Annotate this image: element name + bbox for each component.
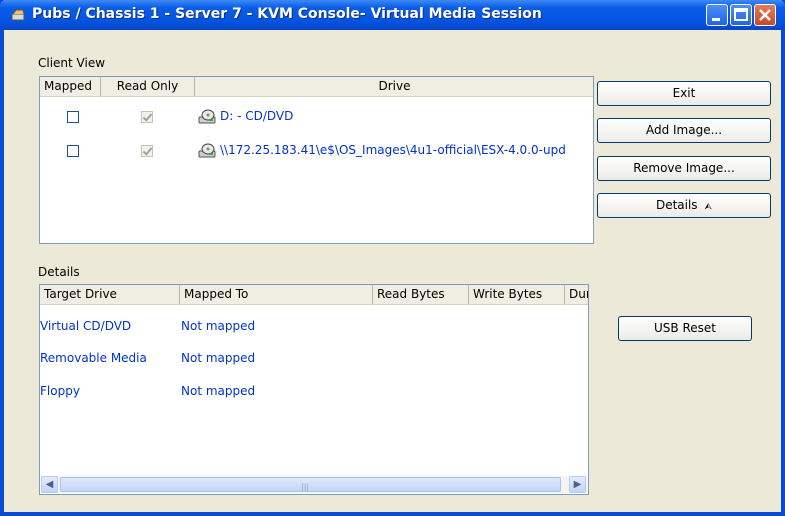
details-button-label: Details — [655, 198, 698, 212]
usb-reset-button[interactable]: USB Reset — [618, 316, 752, 341]
maximize-button[interactable] — [730, 4, 752, 26]
client-view-label: Client View — [38, 56, 106, 70]
minimize-button[interactable] — [706, 4, 728, 26]
drive-label: \\172.25.183.41\e$\OS_Images\4u1-officia… — [220, 143, 566, 157]
add-image-button[interactable]: Add Image... — [597, 118, 771, 143]
close-icon — [759, 9, 771, 21]
drive-label: D: - CD/DVD — [220, 109, 294, 123]
grip-icon: ||| — [301, 482, 310, 491]
chevron-left-icon: ◀ — [45, 479, 54, 490]
details-label: Details — [38, 265, 80, 279]
column-header-read-bytes[interactable]: Read Bytes — [373, 285, 469, 305]
mapped-to-cell: Not mapped — [181, 384, 256, 398]
check-icon — [142, 145, 153, 156]
remove-image-button[interactable]: Remove Image... — [597, 156, 771, 181]
column-header-mapped-to[interactable]: Mapped To — [180, 285, 373, 305]
target-drive-cell: Floppy — [40, 384, 80, 398]
horizontal-scrollbar[interactable]: ◀ ||| ▶ — [41, 476, 587, 493]
column-header-mapped[interactable]: Mapped — [40, 77, 101, 97]
virtual-media-window: Pubs / Chassis 1 - Server 7 - KVM Consol… — [0, 0, 785, 516]
close-button[interactable] — [754, 4, 776, 26]
scroll-right-button[interactable]: ▶ — [569, 476, 586, 493]
collapse-arrow-icon: ⮙ — [704, 202, 713, 212]
window-title: Pubs / Chassis 1 - Server 7 - KVM Consol… — [32, 6, 542, 22]
mapped-to-cell: Not mapped — [181, 319, 256, 333]
maximize-icon — [734, 8, 748, 21]
column-header-write-bytes[interactable]: Write Bytes — [469, 285, 565, 305]
cd-drive-icon — [198, 143, 216, 158]
target-drive-cell: Virtual CD/DVD — [40, 319, 132, 333]
client-view-table[interactable]: Mapped Read Only Drive D: - CD/DVD \\172… — [39, 76, 594, 244]
window-app-icon — [11, 9, 25, 21]
minimize-icon — [712, 18, 720, 21]
cd-drive-icon — [198, 109, 216, 124]
column-header-read-only[interactable]: Read Only — [101, 77, 195, 97]
chevron-right-icon: ▶ — [573, 479, 582, 490]
read-only-checkbox — [141, 145, 153, 157]
scrollbar-thumb[interactable]: ||| — [60, 477, 561, 492]
exit-button[interactable]: Exit — [597, 81, 771, 106]
scroll-left-button[interactable]: ◀ — [41, 476, 58, 493]
title-bar[interactable]: Pubs / Chassis 1 - Server 7 - KVM Consol… — [0, 0, 785, 30]
column-header-target-drive[interactable]: Target Drive — [40, 285, 180, 305]
check-icon — [142, 111, 153, 122]
details-button[interactable]: Details ⮙ — [597, 193, 771, 218]
mapped-checkbox[interactable] — [67, 111, 79, 123]
target-drive-cell: Removable Media — [40, 351, 147, 365]
column-header-duration[interactable]: Dur — [565, 285, 588, 305]
read-only-checkbox — [141, 111, 153, 123]
mapped-checkbox[interactable] — [67, 145, 79, 157]
details-table[interactable]: Target Drive Mapped To Read Bytes Write … — [39, 284, 589, 495]
column-header-drive[interactable]: Drive — [195, 77, 593, 97]
mapped-to-cell: Not mapped — [181, 351, 256, 365]
